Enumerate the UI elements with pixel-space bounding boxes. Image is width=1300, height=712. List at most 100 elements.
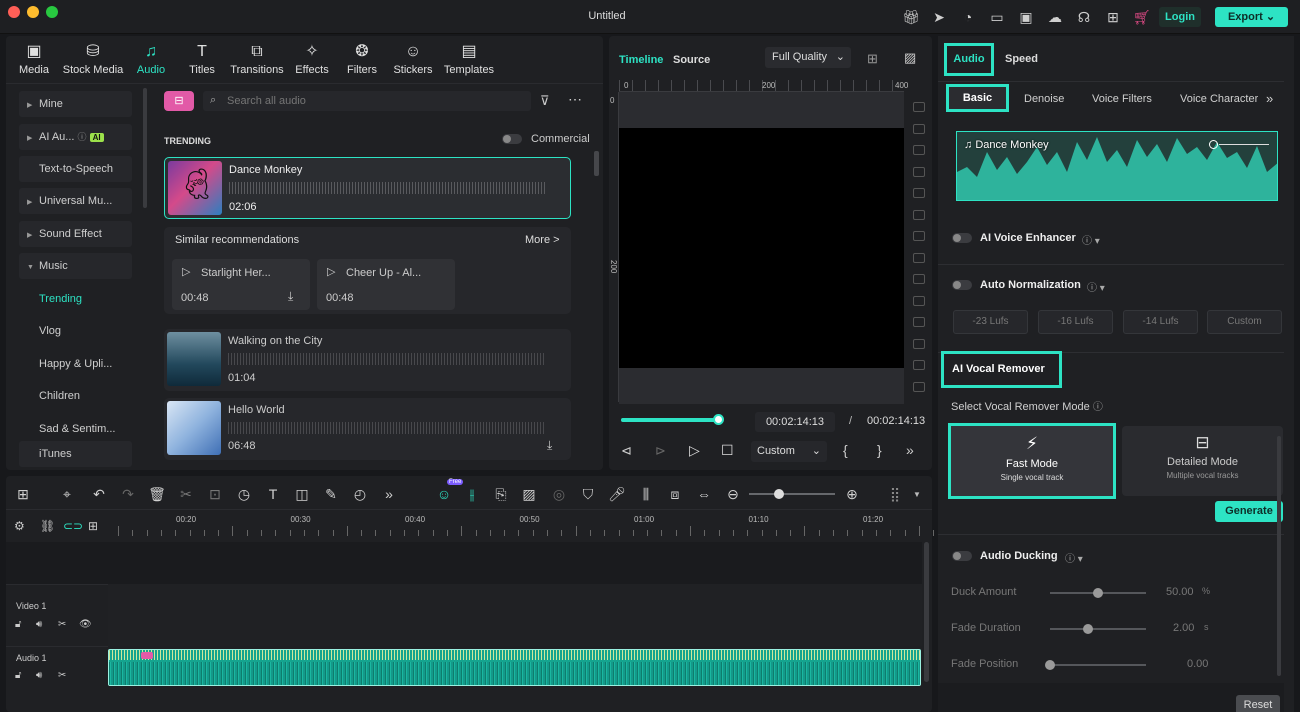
help-icon[interactable]: ⓘ [1093, 402, 1103, 413]
fast-mode-card[interactable]: ⚡︎ Fast Mode Single vocal track [948, 423, 1116, 499]
sidebar-scrollbar[interactable] [143, 88, 147, 208]
auto-normalization-toggle[interactable] [952, 280, 972, 290]
sidebar-item-music[interactable]: ▼ Music [19, 253, 132, 279]
image-icon[interactable]: ▨ [520, 485, 538, 503]
help-icon[interactable]: ⓘ ▾ [1065, 550, 1083, 565]
previous-frame-icon[interactable]: ⊲ [621, 443, 632, 459]
tab-titles[interactable]: T Titles [176, 42, 228, 76]
link-icon[interactable]: ⊂⊃ [63, 519, 83, 533]
settings-icon[interactable]: ⚙ [14, 519, 25, 533]
tab-transitions[interactable]: ⧉ Transitions [228, 42, 286, 76]
lock-icon[interactable]: 🔓︎ [15, 670, 21, 681]
delete-icon[interactable]: 🗑︎ [148, 485, 166, 503]
chevron-down-icon[interactable]: ▼ [913, 490, 921, 499]
lock-icon[interactable]: 🔓︎ [15, 619, 21, 630]
clip-waveform-preview[interactable]: ♫ Dance Monkey [956, 131, 1278, 201]
duck-amount-slider[interactable] [1050, 588, 1146, 598]
play-circle-icon[interactable]: ▷ [327, 265, 335, 278]
export-button[interactable]: Export ⌄ [1215, 7, 1288, 27]
shield-icon[interactable]: ⛉ [579, 485, 597, 503]
text-tool-icon[interactable]: T [264, 485, 282, 503]
timeline-ruler[interactable]: 00:20 00:30 00:40 00:50 01:00 01:10 01:20 [108, 514, 935, 540]
similar-item[interactable]: ▷ Starlight Her... 00:48 ⤓ [172, 259, 310, 310]
tab-timeline[interactable]: Timeline [619, 54, 663, 66]
volume-handle[interactable] [1209, 140, 1218, 149]
ai-voice-enhancer-toggle[interactable] [952, 233, 972, 243]
subtab-denoise[interactable]: Denoise [1024, 93, 1064, 105]
selected-track-card[interactable]: 🕺︎ Dance Monkey 02:06 [164, 157, 571, 219]
slider-handle[interactable] [1083, 624, 1094, 634]
microphone-icon[interactable]: 🎤︎ [608, 485, 626, 503]
download-icon[interactable]: ⤓ [547, 438, 552, 453]
sidebar-item-mine[interactable]: ▶ Mine [19, 91, 132, 117]
speaker-icon[interactable]: 🔊︎ [36, 619, 42, 630]
mute-icon[interactable]: ✂ [58, 619, 66, 630]
pen-icon[interactable]: ✎ [322, 485, 340, 503]
gift-icon[interactable]: 🎁︎ [902, 9, 920, 25]
timeline-scrollbar[interactable] [922, 542, 930, 692]
reset-button[interactable]: Reset [1236, 695, 1280, 712]
subtab-voice-character[interactable]: Voice Character [1180, 93, 1258, 105]
lufs-option[interactable]: Custom [1207, 310, 1282, 334]
lufs-option[interactable]: -23 Lufs [953, 310, 1028, 334]
sidebar-item-itunes[interactable]: iTunes [19, 441, 132, 467]
current-time[interactable]: 00:02:14:13 [755, 412, 835, 432]
next-frame-icon[interactable]: ⊳ [655, 443, 666, 459]
more-link[interactable]: More > [525, 234, 560, 246]
track-card[interactable]: Walking on the City 01:04 [164, 329, 571, 391]
subtab-voice-filters[interactable]: Voice Filters [1092, 93, 1152, 105]
layout-icon[interactable]: ⊞ [14, 485, 32, 503]
mask-icon[interactable]: ◫ [293, 485, 311, 503]
screen-icon[interactable]: ▭ [989, 9, 1005, 25]
split-icon[interactable]: ⫲ [463, 485, 481, 503]
tab-audio-props[interactable]: Audio [944, 43, 994, 76]
sidebar-item-vlog[interactable]: Vlog [39, 325, 61, 337]
zoom-mode-select[interactable]: Custom ⌄ [751, 441, 827, 462]
play-circle-icon[interactable]: ▷ [182, 265, 190, 278]
filter-icon[interactable]: ⊽ [540, 93, 550, 109]
subtab-basic[interactable]: Basic [946, 84, 1009, 112]
tab-stock-media[interactable]: ⛁ Stock Media [58, 42, 128, 76]
commercial-toggle[interactable] [502, 134, 522, 144]
cart-icon[interactable]: 🛒︎ [1133, 9, 1151, 25]
add-track-icon[interactable]: ⊞ [88, 519, 98, 533]
ai-mate-icon[interactable]: ☺ [435, 485, 453, 503]
fit-icon[interactable]: ⇔ [695, 485, 713, 503]
cut-icon[interactable]: ✂ [177, 485, 195, 503]
search-box[interactable]: ⌕ [203, 91, 531, 111]
login-button[interactable]: Login [1159, 7, 1201, 27]
speed-icon[interactable]: ◷ [235, 485, 253, 503]
video-canvas[interactable] [619, 128, 904, 368]
mixer-icon[interactable]: ⫼ [637, 485, 655, 503]
sidebar-item-happy[interactable]: Happy & Upli... [39, 358, 112, 370]
stop-icon[interactable]: ☐ [721, 442, 734, 459]
similar-item[interactable]: ▷ Cheer Up - Al... 00:48 [317, 259, 455, 310]
tab-source[interactable]: Source [673, 54, 710, 66]
sidebar-item-sad[interactable]: Sad & Sentim... [39, 423, 115, 435]
export-clip-icon[interactable]: ⎘ [492, 485, 510, 503]
snapshot-icon[interactable]: ▨ [904, 50, 916, 66]
stabilize-icon[interactable]: ◎ [550, 485, 568, 503]
mark-in-icon[interactable]: { [843, 442, 848, 458]
redo-icon[interactable]: ↷ [119, 485, 137, 503]
download-icon[interactable]: ⤓ [288, 289, 293, 304]
clip-marker[interactable] [141, 652, 153, 659]
cloud-upload-icon[interactable]: ☁ [1047, 9, 1063, 25]
tab-filters[interactable]: ❂ Filters [336, 42, 388, 76]
lufs-option[interactable]: -14 Lufs [1123, 310, 1198, 334]
property-scrollbar[interactable] [1277, 436, 1281, 676]
tab-audio[interactable]: ♫ Audio [125, 42, 177, 76]
unlink-icon[interactable]: ⛓ [40, 519, 55, 533]
fade-duration-slider[interactable] [1050, 624, 1146, 634]
preview-scrubber[interactable] [621, 414, 724, 425]
replace-icon[interactable]: ⧈ [666, 485, 684, 503]
tab-effects[interactable]: ✧ Effects [286, 42, 338, 76]
select-tool-icon[interactable]: ⌖ [58, 485, 76, 503]
save-icon[interactable]: ▣ [1018, 9, 1034, 25]
more-controls-icon[interactable]: » [906, 442, 914, 458]
crop-icon[interactable]: ⊡ [206, 485, 224, 503]
audio-ducking-toggle[interactable] [952, 551, 972, 561]
tab-templates[interactable]: ▤ Templates [440, 42, 498, 76]
slider-handle[interactable] [1093, 588, 1103, 598]
zoom-out-icon[interactable]: ⊖ [724, 485, 742, 503]
